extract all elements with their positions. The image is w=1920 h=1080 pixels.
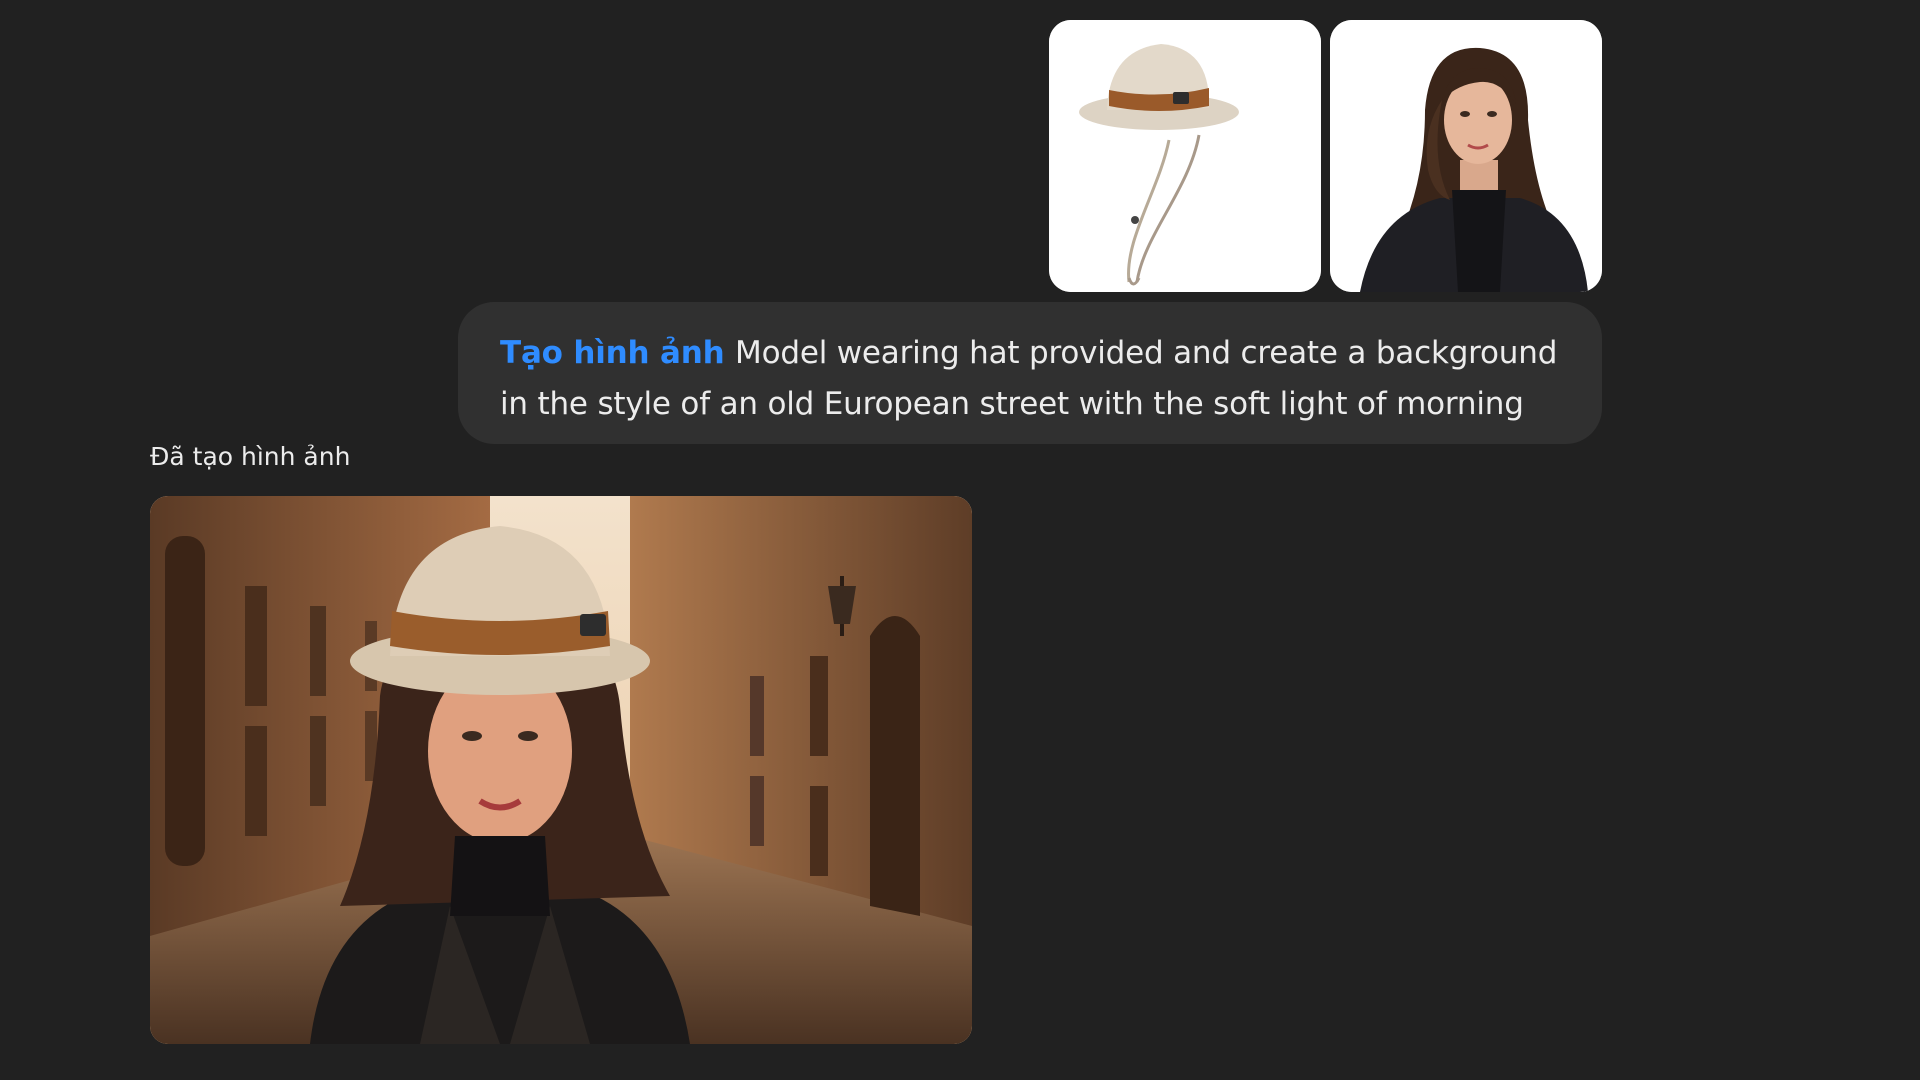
bucket-hat-illustration xyxy=(1049,20,1321,292)
user-message-bubble: Tạo hình ảnh Model wearing hat provided … xyxy=(458,302,1602,444)
generated-street-scene xyxy=(150,496,972,1044)
chat-page: Tạo hình ảnh Model wearing hat provided … xyxy=(0,0,1920,1080)
generated-image[interactable] xyxy=(150,496,972,1044)
create-image-tool-tag[interactable]: Tạo hình ảnh xyxy=(500,335,735,371)
attachment-hat-image[interactable] xyxy=(1049,20,1321,292)
woman-model-illustration xyxy=(1330,20,1602,292)
image-created-status: Đã tạo hình ảnh xyxy=(150,442,351,471)
attachment-model-image[interactable] xyxy=(1330,20,1602,292)
